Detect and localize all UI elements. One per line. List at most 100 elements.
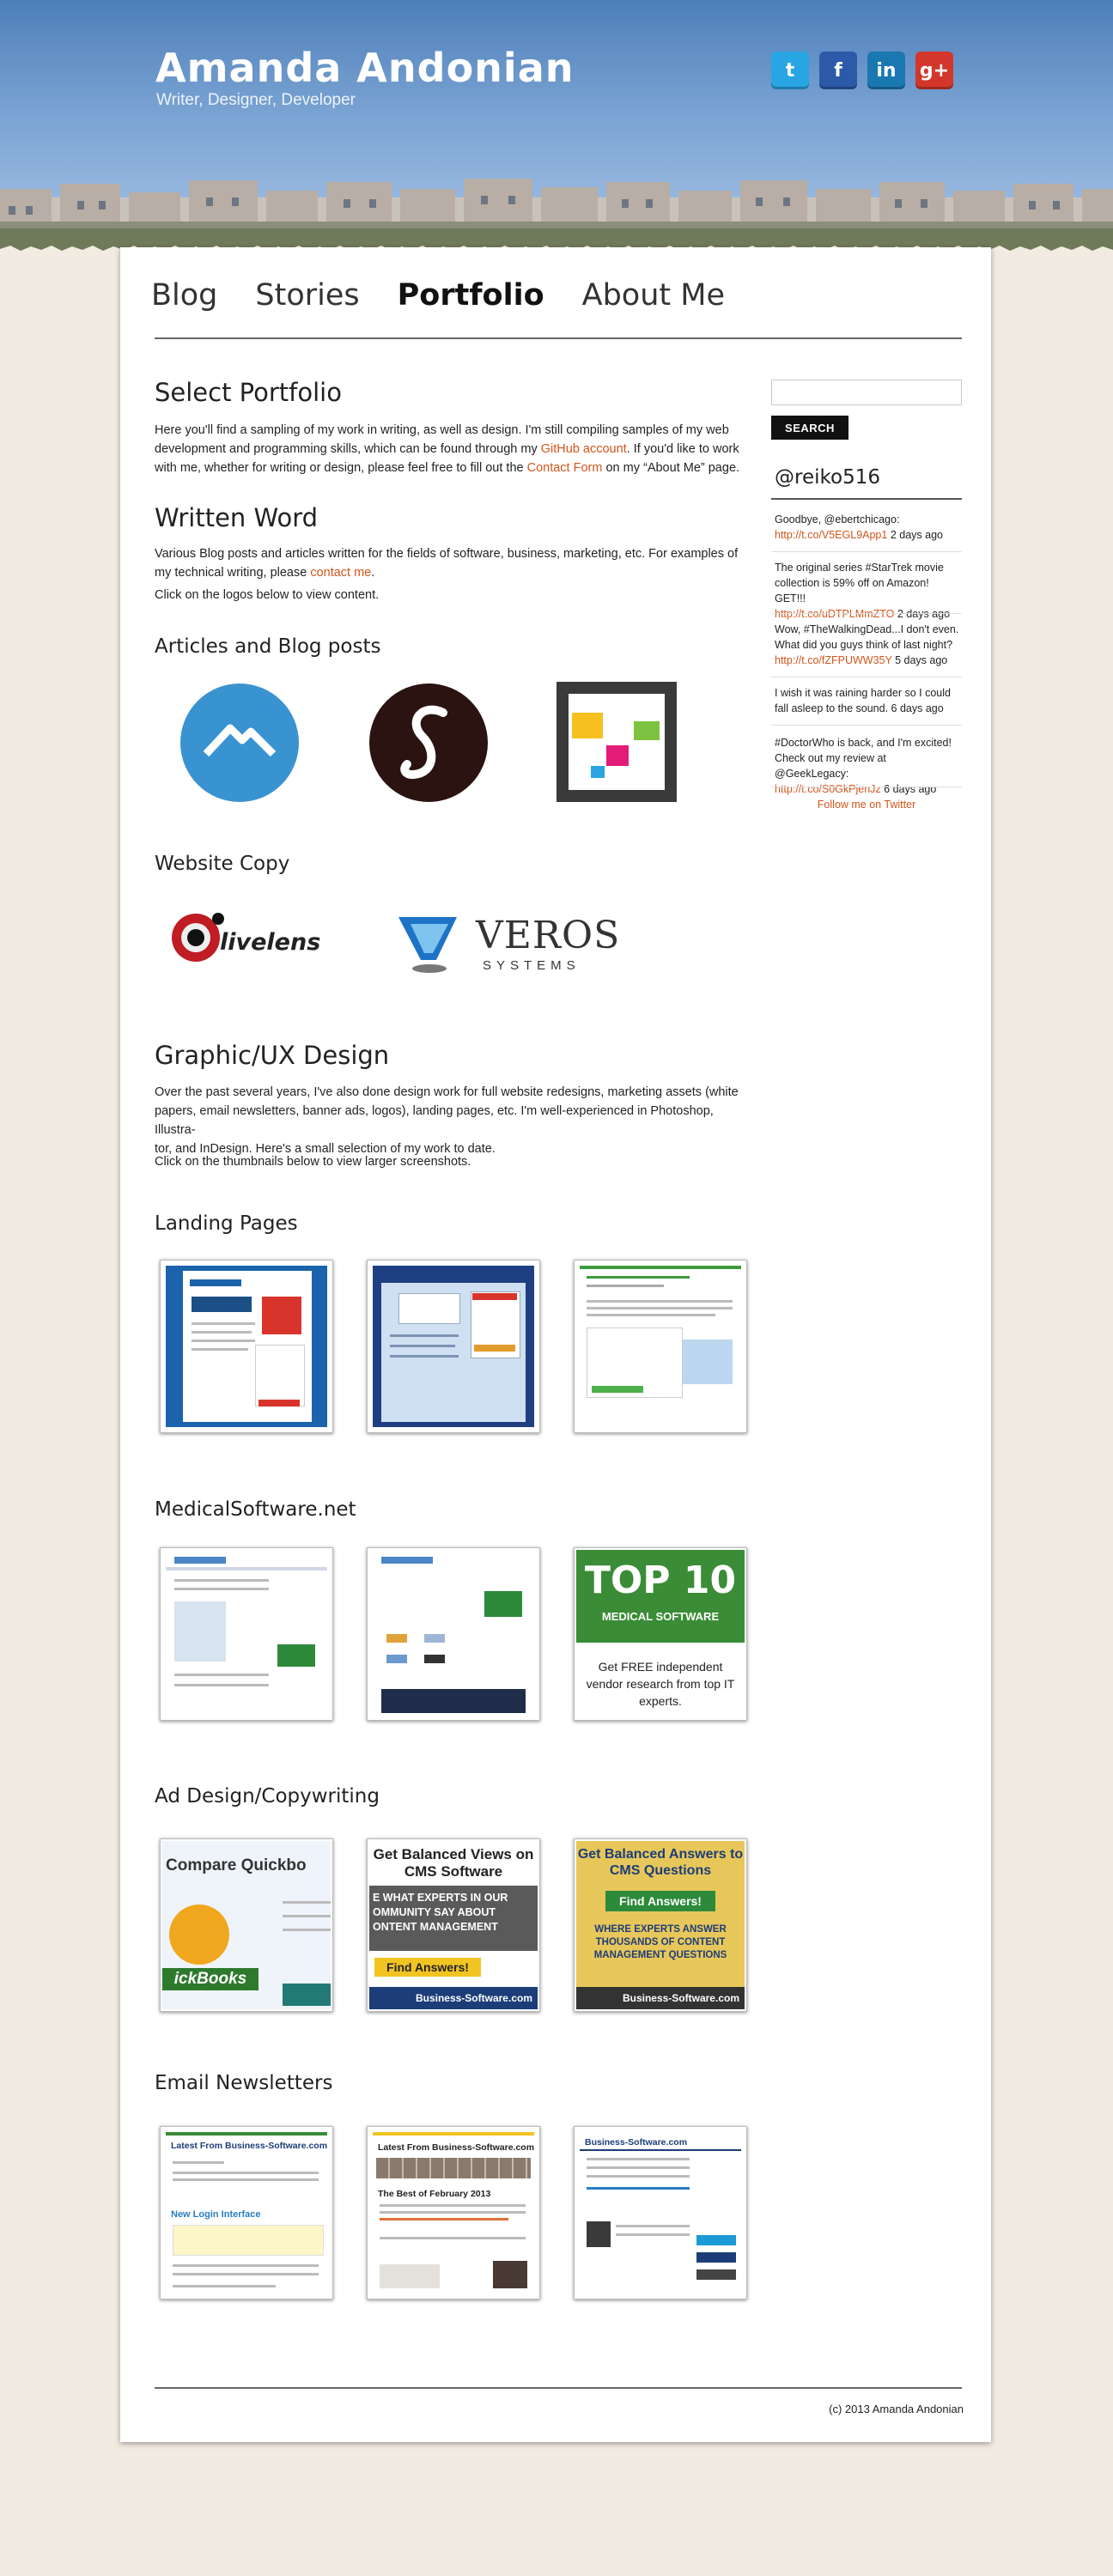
nl2-subheading: The Best of February 2013 xyxy=(378,2189,491,2199)
articles-heading: Articles and Blog posts xyxy=(155,635,381,658)
ad1-heading: Compare Quickbo xyxy=(166,1856,307,1874)
nl1-heading: Latest From Business-Software.com xyxy=(171,2141,327,2151)
ad-thumb-3[interactable]: Get Balanced Answers to CMS Questions Fi… xyxy=(574,1838,747,2012)
newsletter-thumb-2[interactable]: Latest From Business-Software.com The Be… xyxy=(367,2126,540,2300)
veros-wordmark: VEROS xyxy=(476,914,621,957)
tweet-time: 5 days ago xyxy=(895,654,948,666)
tweet-text: #DoctorWho is back, and I'm excited! Che… xyxy=(775,737,952,780)
ad3-cta: Find Answers! xyxy=(605,1891,715,1911)
tweet-time: 6 days ago xyxy=(891,702,944,714)
nav-blog[interactable]: Blog xyxy=(151,278,217,313)
tweet-separator xyxy=(771,613,962,614)
ad-thumb-2[interactable]: Get Balanced Views on CMS Software E WHA… xyxy=(367,1838,540,2012)
nl1-subheading: New Login Interface xyxy=(171,2209,261,2220)
nl2-heading: Latest From Business-Software.com xyxy=(378,2142,534,2153)
veros-funnel-icon xyxy=(398,917,457,973)
design-heading: Graphic/UX Design xyxy=(155,1041,390,1070)
search-button[interactable]: SEARCH xyxy=(771,416,848,440)
intro-text-1: Here you'll find a sampling of my work i… xyxy=(155,423,729,437)
ad3-mid: WHERE EXPERTS ANSWER THOUSANDS OF CONTEN… xyxy=(593,1924,727,1960)
written-paragraph: Various Blog posts and articles written … xyxy=(155,544,756,582)
top10-sub: MEDICAL SOFTWARE xyxy=(601,1610,720,1623)
facebook-icon[interactable]: f xyxy=(819,52,857,89)
nav-divider xyxy=(155,337,962,339)
tweet-text: Goodbye, @ebertchicago: xyxy=(775,513,900,526)
tweet-link[interactable]: http://t.co/S0GkPjenJz xyxy=(775,783,881,795)
nav-stories[interactable]: Stories xyxy=(255,278,359,313)
tweet-text: The original series #StarTrek movie coll… xyxy=(775,562,944,605)
written-text-2: my technical writing, please xyxy=(155,566,311,580)
medical-thumb-1[interactable] xyxy=(160,1547,333,1721)
website-copy-heading: Website Copy xyxy=(155,853,290,875)
intro-text-3: with me, whether for writing or design, … xyxy=(155,461,527,475)
landing-thumb-1[interactable] xyxy=(160,1260,333,1433)
intro-text-2: development and programming skills, whic… xyxy=(155,442,541,456)
newsletter-thumb-1[interactable]: Latest From Business-Software.com New Lo… xyxy=(160,2126,333,2300)
landing-thumb-2[interactable] xyxy=(367,1260,540,1433)
header-houses-image xyxy=(0,179,1113,254)
ad-thumb-1[interactable]: Compare Quickbo ickBooks xyxy=(160,1838,333,2012)
landing-thumb-3[interactable] xyxy=(574,1260,747,1433)
top10-label: TOP 10 xyxy=(584,1558,737,1602)
ad2-heading: Get Balanced Views on CMS Software xyxy=(373,1846,534,1880)
medical-thumb-2[interactable] xyxy=(367,1547,540,1721)
intro-text-2b: . If you'd like to work xyxy=(626,442,739,456)
tweet-time: 2 days ago xyxy=(890,529,943,541)
tweet-item: Goodbye, @ebertchicago: http://t.co/V5EG… xyxy=(775,512,960,543)
tweet-link[interactable]: http://t.co/uDTPLMmZTO xyxy=(775,608,894,620)
github-link[interactable]: GitHub account xyxy=(541,442,627,456)
medical-heading: MedicalSoftware.net xyxy=(155,1498,356,1521)
tiles-logo-link[interactable] xyxy=(556,682,677,802)
contact-form-link[interactable]: Contact Form xyxy=(527,461,603,475)
livelens-wordmark: livelens xyxy=(220,929,321,956)
tweet-time: 6 days ago xyxy=(884,783,937,795)
contact-me-link[interactable]: contact me xyxy=(310,566,371,580)
design-text-2: papers, email newsletters, banner ads, l… xyxy=(155,1104,714,1137)
design-paragraph: Over the past several years, I've also d… xyxy=(155,1083,756,1158)
livelens-logo-link[interactable]: livelens xyxy=(168,907,349,967)
color-tiles-icon xyxy=(569,694,665,790)
intro-paragraph: Here you'll find a sampling of my work i… xyxy=(155,421,756,477)
main-nav: Blog Stories Portfolio About Me xyxy=(151,278,725,313)
site-tagline: Writer, Designer, Developer xyxy=(156,91,356,109)
medical-thumb-3[interactable]: TOP 10 MEDICAL SOFTWARE Get FREE indepen… xyxy=(574,1547,747,1721)
linkedin-icon[interactable]: in xyxy=(867,52,905,89)
nav-portfolio[interactable]: Portfolio xyxy=(398,278,544,313)
tweet-item: Wow, #TheWalkingDead...I don't even. Wha… xyxy=(775,622,960,668)
newsletter-thumb-3[interactable]: Business-Software.com xyxy=(574,2126,747,2300)
site-title[interactable]: Amanda Andonian xyxy=(155,45,575,91)
tweet-separator xyxy=(771,551,962,552)
twitter-icon[interactable]: t xyxy=(771,52,809,89)
design-text-1: Over the past several years, I've also d… xyxy=(155,1085,739,1099)
veros-subtitle: SYSTEMS xyxy=(483,958,581,973)
veros-logo-link[interactable]: VEROS SYSTEMS xyxy=(395,912,619,981)
tweet-item: I wish it was raining harder so I could … xyxy=(775,685,960,716)
newsletters-heading: Email Newsletters xyxy=(155,2072,333,2094)
ad2-cta: Find Answers! xyxy=(374,1958,481,1977)
ad3-brand: Business-Software.com xyxy=(576,1987,745,2009)
twitter-handle: @reiko516 xyxy=(775,466,880,489)
thumbnails-hint: Click on the thumbnails below to view la… xyxy=(155,1155,471,1169)
ad-design-heading: Ad Design/Copywriting xyxy=(155,1785,380,1807)
script-s-icon xyxy=(400,705,447,780)
nav-about-me[interactable]: About Me xyxy=(582,278,725,313)
tweet-item: #DoctorWho is back, and I'm excited! Che… xyxy=(775,735,960,797)
ad2-mid: E WHAT EXPERTS IN OUR OMMUNITY SAY ABOUT… xyxy=(369,1886,538,1951)
tweet-separator xyxy=(771,725,962,726)
logos-hint: Click on the logos below to view content… xyxy=(155,588,380,602)
tweet-link[interactable]: http://t.co/fZFPUWW35Y xyxy=(775,654,892,666)
googleplus-icon[interactable]: g+ xyxy=(915,52,953,89)
top10-body: Get FREE independent vendor research fro… xyxy=(586,1660,735,1708)
tweet-link[interactable]: http://t.co/V5EGL9App1 xyxy=(775,529,887,541)
landing-pages-heading: Landing Pages xyxy=(155,1212,298,1235)
mountain-logo-link[interactable] xyxy=(180,683,299,802)
nl3-heading: Business-Software.com xyxy=(585,2137,688,2148)
follow-twitter-link[interactable]: Follow me on Twitter xyxy=(771,799,962,811)
tweet-text: Wow, #TheWalkingDead...I don't even. Wha… xyxy=(775,623,959,651)
written-text-1: Various Blog posts and articles written … xyxy=(155,547,739,561)
s-logo-link[interactable] xyxy=(369,683,488,802)
search-input[interactable] xyxy=(771,380,962,405)
twitter-divider xyxy=(771,498,962,500)
written-word-heading: Written Word xyxy=(155,503,319,532)
social-links: t f in g+ xyxy=(771,52,953,89)
